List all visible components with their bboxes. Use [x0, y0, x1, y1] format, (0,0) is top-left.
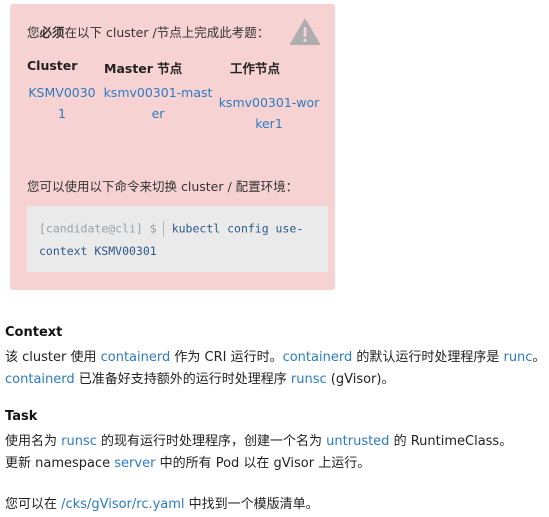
- warning-triangle-icon: [290, 19, 320, 45]
- context-l1-text-a: 该 cluster 使用: [5, 350, 101, 365]
- task-l1-keyword-runsc: runsc: [61, 434, 97, 449]
- task-heading: Task: [5, 409, 38, 424]
- context-l2-text-b: (gVisor)。: [326, 372, 395, 387]
- context-l1-text-c: 的默认运行时处理程序是: [352, 350, 504, 365]
- master-node-line-1: ksmv00301-mast: [103, 85, 213, 100]
- command-line-2: context KSMV00301: [39, 244, 157, 258]
- task-l3-text-b: 中找到一个模版清单。: [184, 497, 319, 512]
- context-l2-keyword-containerd: containerd: [5, 372, 75, 387]
- command-text-1: kubectl config use-: [171, 221, 304, 236]
- prompt-separator: [162, 221, 164, 237]
- context-l1-keyword-runc: runc: [503, 350, 533, 365]
- master-node-line-2: er: [151, 106, 165, 121]
- context-l2-keyword-runsc: runsc: [290, 372, 327, 387]
- context-l1-keyword-containerd: containerd: [100, 350, 171, 365]
- task-l1-text-b: 的现有运行时处理程序，创建一个名为: [96, 434, 327, 449]
- task-line-3: 您可以在 /cks/gVisor/rc.yaml 中找到一个模版清单。: [5, 493, 319, 512]
- task-l2-text-b: 中的所有 Pod 以在 gVisor 上运行。: [155, 456, 371, 471]
- context-l1-text-d: 。: [532, 350, 546, 365]
- notice-title-bold: 必须: [39, 25, 65, 40]
- task-line-1: 使用名为 runsc 的现有运行时处理程序，创建一个名为 untrusted 的…: [5, 430, 512, 449]
- command-code-block[interactable]: [candidate@cli] $ kubectl config use- con…: [27, 206, 328, 272]
- context-heading: Context: [5, 325, 63, 340]
- master-node-cell: ksmv00301-mast er: [102, 82, 214, 124]
- cluster-name-line-2: 1: [58, 106, 66, 121]
- column-header-worker: 工作节点: [230, 61, 281, 76]
- column-header-master: Master 节点: [104, 61, 183, 76]
- worker-node-cell: ksmv00301-wor ker1: [217, 92, 321, 134]
- cluster-notice-box: 您必须在以下 cluster /节点上完成此考题： Cluster Master…: [10, 4, 335, 290]
- notice-title: 您必须在以下 cluster /节点上完成此考题：: [27, 22, 269, 41]
- notice-title-pre: 您: [27, 25, 40, 40]
- column-header-cluster: Cluster: [27, 58, 78, 73]
- task-l3-text-a: 您可以在: [5, 497, 62, 512]
- notice-title-post: 在以下 cluster /节点上完成此考题：: [64, 25, 270, 40]
- task-line-2: 更新 namespace server 中的所有 Pod 以在 gVisor 上…: [5, 452, 370, 471]
- task-l2-keyword-server: server: [114, 456, 156, 471]
- context-l1-text-b: 作为 CRI 运行时。: [170, 350, 283, 365]
- context-line-1: 该 cluster 使用 containerd 作为 CRI 运行时。conta…: [5, 346, 545, 365]
- task-l1-text-a: 使用名为: [5, 434, 62, 449]
- task-l1-keyword-untrusted: untrusted: [326, 434, 390, 449]
- cluster-name-line-1: KSMV0030: [28, 85, 96, 100]
- context-line-2: containerd 已准备好支持额外的运行时处理程序 runsc (gViso…: [5, 368, 394, 387]
- context-l1-keyword-containerd-2: containerd: [282, 350, 353, 365]
- command-line-1: [candidate@cli] $ kubectl config use-: [39, 221, 303, 237]
- worker-node-line-2: ker1: [255, 116, 283, 131]
- shell-prompt: [candidate@cli] $: [39, 221, 157, 236]
- task-l1-text-c: 的 RuntimeClass。: [389, 434, 513, 449]
- worker-node-line-1: ksmv00301-wor: [218, 95, 320, 110]
- cluster-name-cell: KSMV0030 1: [28, 82, 96, 124]
- context-l2-text-a: 已准备好支持额外的运行时处理程序: [74, 372, 291, 387]
- switch-context-instruction: 您可以使用以下命令来切换 cluster / 配置环境：: [27, 179, 299, 194]
- task-l2-text-a: 更新 namespace: [5, 456, 115, 471]
- task-l3-path-rc-yaml: /cks/gVisor/rc.yaml: [61, 497, 185, 512]
